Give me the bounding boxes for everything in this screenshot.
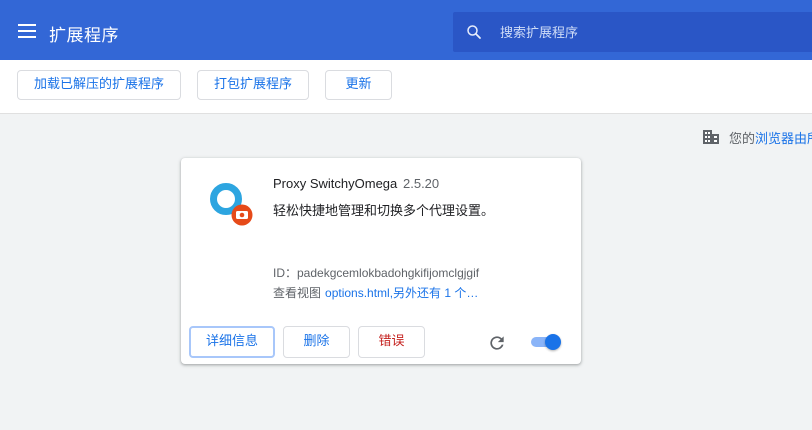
top-bar: 扩展程序 — [0, 0, 812, 60]
toolbar: 加载已解压的扩展程序 打包扩展程序 更新 — [0, 60, 812, 114]
building-icon — [703, 130, 719, 144]
search-input[interactable] — [498, 12, 802, 54]
errors-button[interactable]: 错误 — [358, 326, 425, 358]
page-title: 扩展程序 — [49, 26, 119, 46]
remove-button[interactable]: 删除 — [283, 326, 350, 358]
extension-version: 2.5.20 — [403, 176, 440, 191]
inspect-views: 查看视图 options.html,另外还有 1 个… — [273, 284, 478, 301]
extension-name: Proxy SwitchyOmega — [273, 176, 398, 191]
search-box[interactable] — [453, 12, 812, 54]
enable-toggle[interactable] — [529, 334, 563, 350]
load-unpacked-button[interactable]: 加载已解压的扩展程序 — [17, 70, 181, 100]
reload-icon[interactable] — [487, 333, 507, 353]
switchyomega-logo-icon — [210, 183, 253, 226]
menu-icon[interactable] — [18, 24, 36, 38]
pack-extension-button[interactable]: 打包扩展程序 — [197, 70, 309, 100]
update-button[interactable]: 更新 — [325, 70, 392, 100]
managed-notice-prefix: 您的 — [729, 132, 756, 147]
inspect-views-link[interactable]: options.html,另外还有 1 个… — [325, 286, 478, 300]
managed-notice-link[interactable]: 浏览器由所 — [755, 132, 812, 147]
extension-description: 轻松快捷地管理和切换多个代理设置。 — [273, 204, 495, 219]
toggle-knob — [545, 334, 561, 350]
details-button[interactable]: 详细信息 — [189, 326, 275, 358]
inspect-views-label: 查看视图 — [273, 286, 322, 300]
extension-id: ID：padekgcemlokbadohgkifijomclgjgif — [273, 266, 480, 280]
search-icon — [467, 25, 481, 39]
extension-card: Proxy SwitchyOmega 2.5.20 轻松快捷地管理和切换多个代理… — [181, 158, 581, 364]
